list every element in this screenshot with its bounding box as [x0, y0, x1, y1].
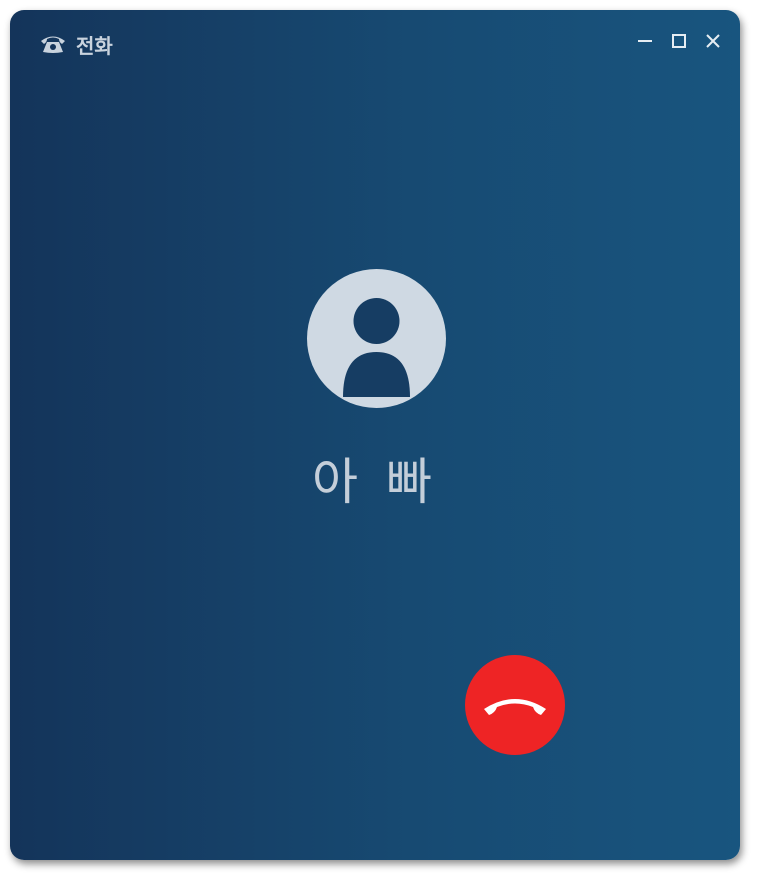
minimize-icon: [638, 40, 652, 42]
close-icon: [706, 34, 720, 48]
hangup-button[interactable]: [465, 655, 565, 755]
title-bar[interactable]: 전화: [10, 10, 740, 74]
phone-hangup-icon: [484, 699, 546, 715]
window-title: 전화: [76, 33, 113, 58]
call-window: 전화 아 빠: [10, 10, 740, 860]
phone-icon: [40, 33, 66, 55]
window-controls: [632, 28, 726, 54]
maximize-button[interactable]: [666, 28, 692, 54]
app-title-group: 전화: [40, 30, 113, 58]
close-button[interactable]: [700, 28, 726, 54]
maximize-icon: [672, 34, 686, 48]
minimize-button[interactable]: [632, 28, 658, 54]
caller-name: 아 빠: [312, 453, 438, 511]
person-icon: [343, 298, 410, 397]
caller-avatar: [307, 269, 446, 408]
